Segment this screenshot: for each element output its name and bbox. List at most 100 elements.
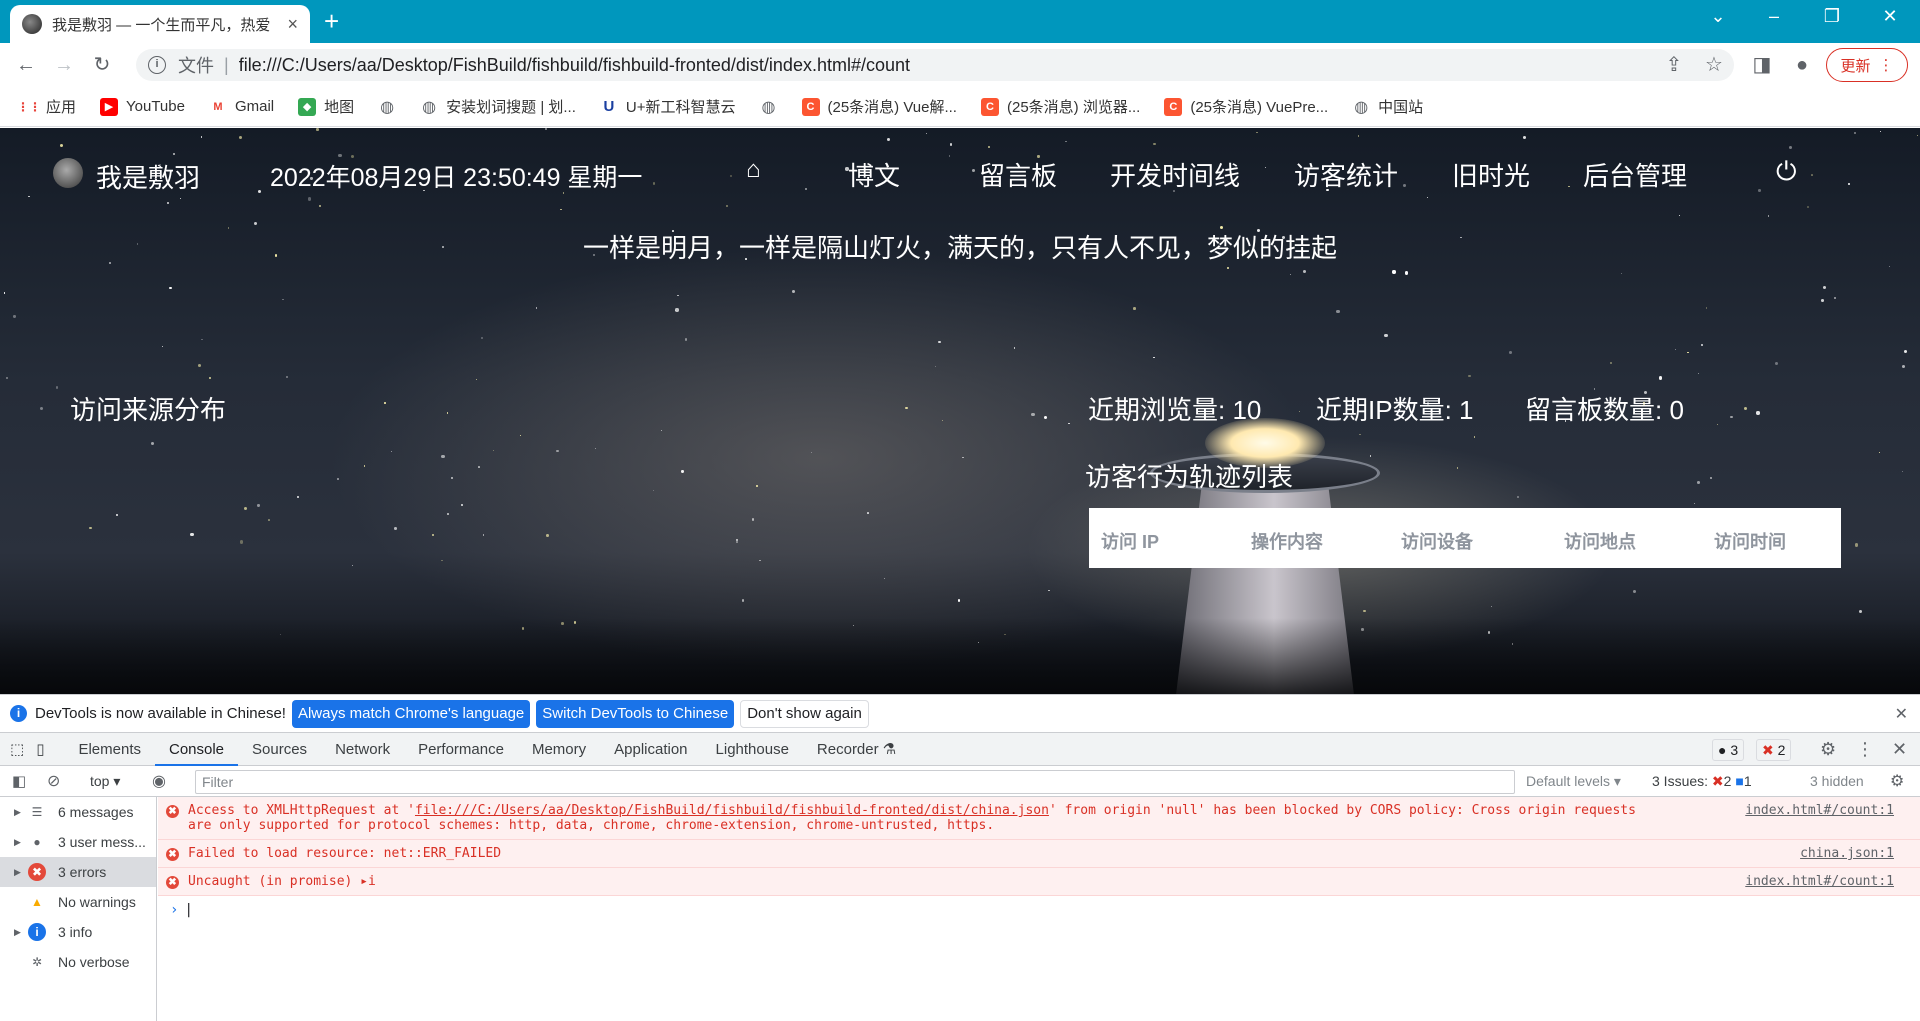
- address-bar[interactable]: i 文件 | file:///C:/Users/aa/Desktop/FishB…: [136, 49, 1734, 81]
- column-header-location[interactable]: 访问地点: [1564, 528, 1636, 554]
- clear-console-icon[interactable]: ⊘: [47, 771, 60, 791]
- forward-icon[interactable]: →: [52, 53, 76, 77]
- live-expression-eye-icon[interactable]: ◉: [152, 771, 166, 791]
- nav-visitor-stats[interactable]: 访客统计: [1294, 156, 1398, 193]
- devtools-close-icon[interactable]: ✕: [1892, 739, 1907, 760]
- message-source-link[interactable]: china.json:1: [1800, 846, 1894, 861]
- tab-network[interactable]: Network: [321, 733, 404, 766]
- close-window-button[interactable]: ✕: [1870, 6, 1910, 27]
- console-error-failed-load[interactable]: ✖ Failed to load resource: net::ERR_FAIL…: [158, 840, 1920, 868]
- minimize-button[interactable]: –: [1754, 6, 1794, 27]
- nav-message-board[interactable]: 留言板: [979, 156, 1057, 193]
- menu-kebab-icon[interactable]: ⋮: [1879, 56, 1894, 74]
- issues-button[interactable]: 3 Issues: ✖2 ■1: [1652, 773, 1752, 790]
- bookmark-item[interactable]: C (25条消息) VuePre...: [1164, 96, 1328, 117]
- bookmark-item[interactable]: ▶ YouTube: [100, 97, 185, 116]
- bookmark-item[interactable]: U U+新工科智慧云: [600, 96, 735, 117]
- tab-console[interactable]: Console: [154, 733, 239, 766]
- switch-to-chinese-button[interactable]: Switch DevTools to Chinese: [536, 699, 735, 728]
- nav-blog[interactable]: 博文: [848, 156, 900, 193]
- console-sidebar: ▶ ☰ 6 messages ▶ ● 3 user mess... ▶ ✖ 3 errors ▲ N…: [0, 797, 157, 1021]
- restore-button[interactable]: ❐: [1812, 6, 1852, 27]
- tab-application[interactable]: Application: [600, 733, 701, 766]
- star-dot: [209, 376, 212, 379]
- column-header-device[interactable]: 访问设备: [1401, 528, 1473, 554]
- default-levels-dropdown[interactable]: Default levels ▾: [1526, 773, 1621, 790]
- nav-dev-timeline[interactable]: 开发时间线: [1110, 156, 1240, 193]
- site-logo-text[interactable]: 我是敷羽: [96, 158, 200, 195]
- devtools-menu-icon[interactable]: ⋮: [1856, 739, 1874, 760]
- sidebar-filter-item[interactable]: ▶ ✖ 3 errors: [0, 857, 156, 887]
- tab-memory[interactable]: Memory: [518, 733, 600, 766]
- profile-avatar-icon[interactable]: ●: [1790, 53, 1814, 77]
- expand-triangle-icon[interactable]: ▶: [14, 807, 28, 818]
- site-info-icon[interactable]: i: [148, 56, 166, 74]
- context-selector[interactable]: top ▾: [90, 773, 120, 790]
- address-url[interactable]: file:///C:/Users/aa/Desktop/FishBuild/fi…: [239, 55, 910, 76]
- sidebar-filter-item[interactable]: ▶ ☰ 6 messages: [0, 797, 156, 827]
- message-text[interactable]: Uncaught (in promise) ▸i: [188, 874, 1920, 889]
- bookmark-item[interactable]: C (25条消息) 浏览器...: [980, 96, 1140, 117]
- column-header-operation[interactable]: 操作内容: [1251, 528, 1323, 554]
- star-dot: [594, 448, 596, 450]
- device-toolbar-icon[interactable]: ▯: [30, 733, 64, 766]
- expand-triangle-icon[interactable]: ▶: [14, 837, 28, 848]
- star-dot: [660, 429, 663, 432]
- tab-close-icon[interactable]: ×: [287, 14, 298, 35]
- errors-count-badge[interactable]: ✖ 2: [1756, 739, 1792, 761]
- star-dot: [1730, 416, 1733, 419]
- star-dot: [729, 175, 733, 178]
- bookmark-item[interactable]: C (25条消息) Vue解...: [801, 96, 957, 117]
- expand-triangle-icon[interactable]: ▶: [14, 867, 28, 878]
- bookmark-item[interactable]: ◍ 中国站: [1352, 96, 1423, 117]
- devtools-settings-icon[interactable]: ⚙: [1820, 739, 1836, 760]
- star-dot: [1716, 423, 1718, 425]
- tab-lighthouse[interactable]: Lighthouse: [702, 733, 803, 766]
- power-icon[interactable]: ⏻: [1776, 156, 1797, 188]
- tab-search-icon[interactable]: ⌄: [1698, 6, 1738, 27]
- dont-show-again-button[interactable]: Don't show again: [740, 699, 869, 728]
- show-sidebar-icon[interactable]: ◧: [12, 772, 26, 790]
- bookmark-item[interactable]: ◍ 安装划词搜题 | 划...: [420, 96, 576, 117]
- sidebar-filter-item[interactable]: ▶ i 3 info: [0, 917, 156, 947]
- bookmark-item[interactable]: M Gmail: [209, 98, 274, 116]
- nav-admin[interactable]: 后台管理: [1583, 156, 1687, 193]
- star-dot: [1822, 285, 1826, 290]
- message-source-link[interactable]: index.html#/count:1: [1745, 803, 1894, 818]
- expand-triangle-icon[interactable]: ▶: [14, 927, 28, 938]
- tab-sources[interactable]: Sources: [238, 733, 321, 766]
- infobar-close-icon[interactable]: ✕: [1895, 704, 1908, 724]
- tab-elements[interactable]: Elements: [64, 733, 155, 766]
- column-header-time[interactable]: 访问时间: [1714, 528, 1786, 554]
- bookmark-item[interactable]: ⋮⋮ 应用: [17, 96, 76, 117]
- update-button[interactable]: 更新 ⋮: [1826, 48, 1908, 82]
- sidebar-filter-item[interactable]: ✲ No verbose: [0, 947, 156, 977]
- column-header-ip[interactable]: 访问 IP: [1101, 528, 1159, 554]
- message-source-link[interactable]: index.html#/count:1: [1745, 874, 1894, 889]
- new-tab-button[interactable]: +: [324, 8, 339, 34]
- bookmark-star-icon[interactable]: ☆: [1702, 53, 1726, 77]
- always-match-language-button[interactable]: Always match Chrome's language: [291, 699, 531, 728]
- inspect-element-icon[interactable]: ⬚: [0, 733, 30, 766]
- site-logo-avatar[interactable]: [53, 158, 83, 188]
- home-icon[interactable]: ⌂: [746, 156, 761, 184]
- tab-performance[interactable]: Performance: [404, 733, 518, 766]
- console-error-uncaught[interactable]: ✖ Uncaught (in promise) ▸i index.html#/c…: [158, 868, 1920, 896]
- bookmark-item[interactable]: ◍: [378, 98, 404, 116]
- bookmark-item[interactable]: ◆ 地图: [298, 96, 354, 117]
- share-icon[interactable]: ⇪: [1662, 53, 1686, 77]
- bookmark-item[interactable]: ◍: [760, 98, 786, 116]
- console-filter-input[interactable]: Filter: [195, 770, 1515, 794]
- back-icon[interactable]: ←: [14, 53, 38, 77]
- nav-old-times[interactable]: 旧时光: [1452, 156, 1530, 193]
- console-error-cors[interactable]: ✖ Access to XMLHttpRequest at 'file:///C…: [158, 797, 1920, 840]
- sidebar-filter-item[interactable]: ▲ No warnings: [0, 887, 156, 917]
- sidebar-filter-item[interactable]: ▶ ● 3 user mess...: [0, 827, 156, 857]
- side-panel-icon[interactable]: ◨: [1750, 53, 1774, 77]
- message-file-link[interactable]: file:///C:/Users/aa/Desktop/FishBuild/fi…: [415, 803, 1049, 818]
- console-prompt[interactable]: › |: [158, 896, 1920, 918]
- messages-count-badge[interactable]: ● 3: [1712, 739, 1745, 761]
- browser-tab[interactable]: 我是敷羽 — 一个生而平凡，热爱 ×: [10, 5, 310, 43]
- reload-icon[interactable]: ↻: [90, 53, 114, 77]
- console-settings-icon[interactable]: ⚙: [1890, 771, 1904, 791]
